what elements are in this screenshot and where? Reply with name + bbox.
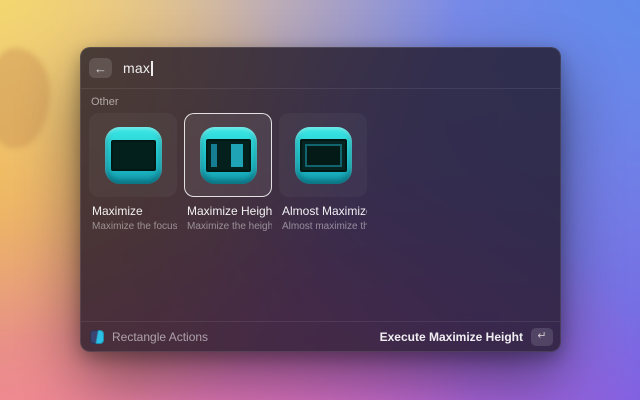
item-description: Maximize the height... — [187, 221, 272, 232]
almost-maximize-glyph — [300, 139, 347, 172]
search-bar: ← max — [81, 48, 560, 88]
tile-maximize-height-selected[interactable] — [184, 113, 272, 197]
footer-bar: Rectangle Actions Execute Maximize Heigh… — [81, 321, 560, 351]
maximize-glyph — [111, 140, 156, 171]
item-description: Maximize the focuse... — [92, 221, 177, 232]
results-area: Other Maximize Maximize the focuse... — [81, 89, 560, 321]
search-query-text: max — [123, 60, 150, 76]
glyph-right-bar — [231, 144, 243, 167]
launcher-window: ← max Other Maximize Maximize the focuse… — [80, 47, 561, 352]
maximize-icon — [105, 127, 162, 184]
glyph-left-bar — [211, 144, 217, 167]
rectangle-app-icon — [90, 330, 104, 344]
execute-action-button[interactable]: Execute Maximize Height — [380, 330, 523, 344]
tile-maximize[interactable] — [89, 113, 177, 197]
item-description: Almost maximize the... — [282, 221, 367, 232]
results-grid: Maximize Maximize the focuse... Maximize… — [89, 113, 552, 232]
glyph-inner-frame — [305, 144, 342, 167]
item-title: Maximize — [92, 204, 177, 218]
wallpaper-blob — [0, 48, 50, 148]
enter-key-badge[interactable]: ↵ — [531, 328, 553, 346]
enter-key-icon: ↵ — [537, 331, 546, 342]
almost-maximize-icon — [295, 127, 352, 184]
grid-item-almost-maximize[interactable]: Almost Maximize Almost maximize the... — [279, 113, 367, 232]
search-input[interactable]: max — [123, 60, 153, 76]
item-title: Maximize Height — [187, 204, 272, 218]
section-label: Other — [91, 96, 552, 108]
tile-almost-maximize[interactable] — [279, 113, 367, 197]
back-button[interactable]: ← — [89, 58, 112, 78]
grid-item-maximize[interactable]: Maximize Maximize the focuse... — [89, 113, 177, 232]
text-caret — [151, 61, 153, 76]
back-arrow-icon: ← — [94, 62, 107, 75]
maximize-height-glyph — [206, 139, 251, 172]
grid-item-maximize-height[interactable]: Maximize Height Maximize the height... — [184, 113, 272, 232]
maximize-height-icon — [200, 127, 257, 184]
item-title: Almost Maximize — [282, 204, 367, 218]
footer-app-name: Rectangle Actions — [112, 330, 208, 344]
